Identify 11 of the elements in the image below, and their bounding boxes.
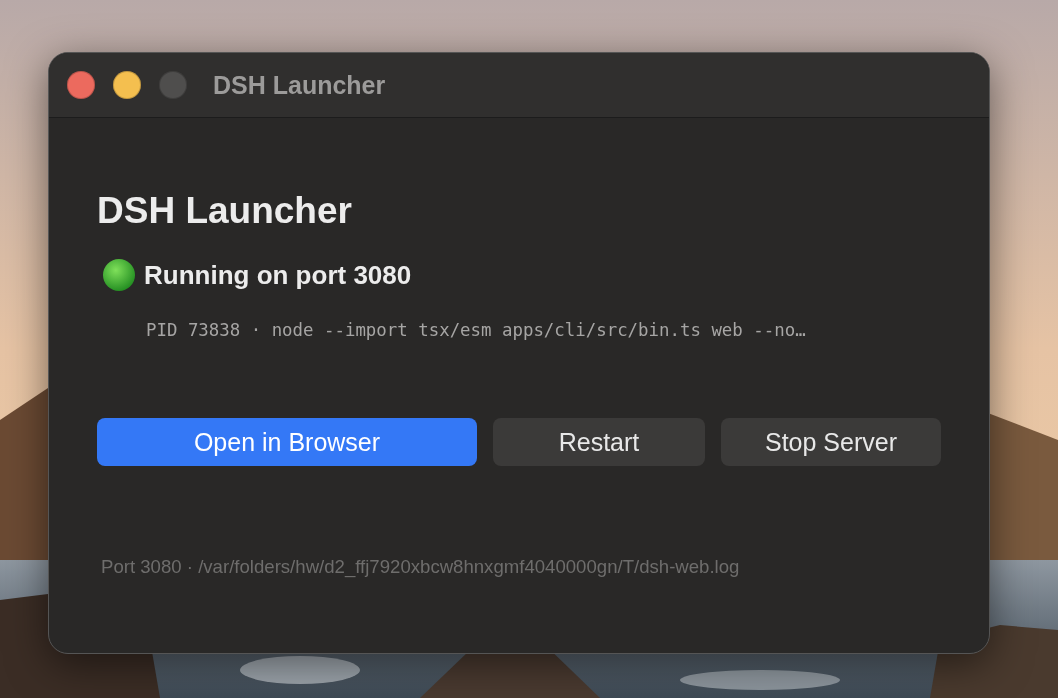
process-detail: PID 73838 · node --import tsx/esm apps/cli/src/bin.ts web --no… [146,320,807,340]
action-button[interactable]: Restart [493,418,705,466]
primary-button[interactable]: Open in Browser [97,418,477,466]
window-title: DSH Launcher [213,70,386,100]
status-dot-icon [102,258,136,292]
close-window-button[interactable] [67,71,95,99]
action-button[interactable]: Stop Server [721,418,941,466]
status-text: Running on port 3080 [144,259,412,291]
minimize-window-button[interactable] [113,71,141,99]
app-heading: DSH Launcher [97,189,353,233]
log-path: Port 3080 · /var/folders/hw/d2_ffj7920xbcw8hnxgmf4040000gn/T/dsh-web.log [101,556,741,578]
